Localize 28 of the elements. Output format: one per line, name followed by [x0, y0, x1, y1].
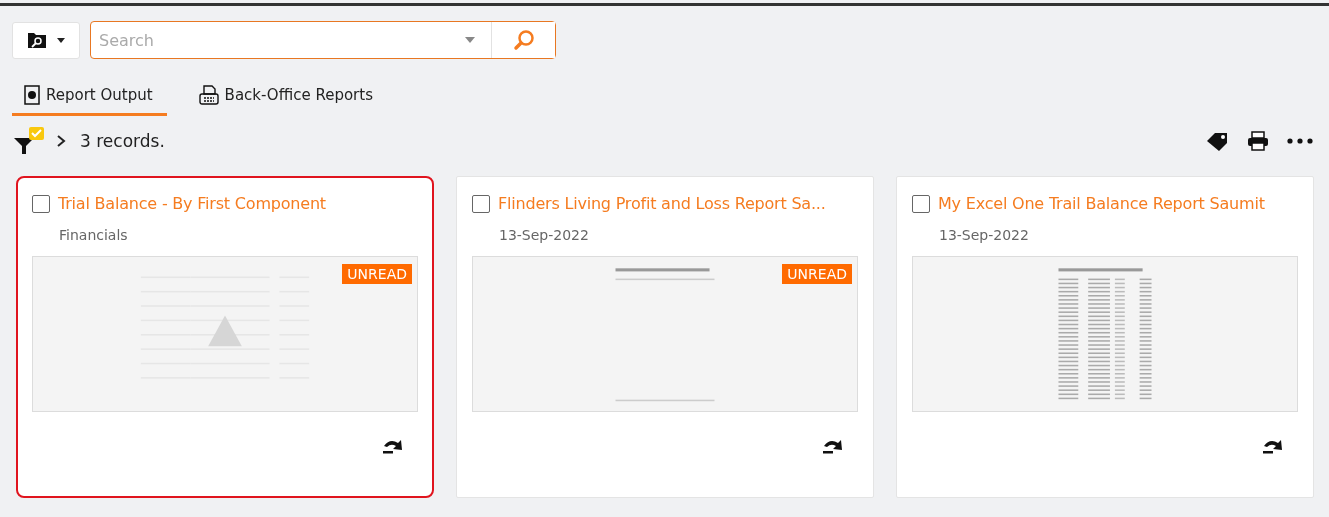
- unread-badge: UNREAD: [782, 264, 852, 284]
- report-subtitle: 13-Sep-2022: [939, 227, 1030, 243]
- record-count: 3 records.: [80, 131, 165, 151]
- checkbox[interactable]: [472, 194, 490, 213]
- search-button[interactable]: [491, 22, 555, 58]
- checkbox[interactable]: [912, 194, 930, 213]
- tab[interactable]: Back-Office Reports: [186, 79, 387, 116]
- chevron-right-icon[interactable]: [56, 134, 66, 148]
- printed-document-icon: [198, 85, 219, 105]
- more-icon[interactable]: [1287, 138, 1313, 144]
- report-chart-icon: [24, 85, 40, 105]
- report-subtitle: Financials: [59, 227, 129, 243]
- search-box[interactable]: Search: [90, 21, 556, 59]
- report-card[interactable]: Flinders Living Profit and Loss Report Sa... 13-Sep-2022 UNREAD: [456, 176, 874, 498]
- report-card[interactable]: My Excel One Trail Balance Report Saumit 13-Sep-2022: [896, 176, 1314, 498]
- folder-search-icon: [27, 31, 47, 49]
- report-card[interactable]: Trial Balance - By First Component Financials UNREAD: [16, 176, 434, 498]
- caret-icon: [57, 37, 65, 43]
- search-icon: [512, 29, 535, 51]
- report-subtitle: 13-Sep-2022: [499, 227, 590, 243]
- filter-check-icon[interactable]: [12, 126, 46, 156]
- checkbox[interactable]: [32, 194, 50, 213]
- folder-search-dropdown[interactable]: [12, 21, 80, 59]
- print-icon[interactable]: [1247, 131, 1269, 151]
- caret-icon[interactable]: [465, 37, 475, 43]
- tag-icon[interactable]: [1205, 131, 1229, 151]
- tab[interactable]: Report Output: [12, 79, 167, 116]
- unread-badge: UNREAD: [342, 264, 412, 284]
